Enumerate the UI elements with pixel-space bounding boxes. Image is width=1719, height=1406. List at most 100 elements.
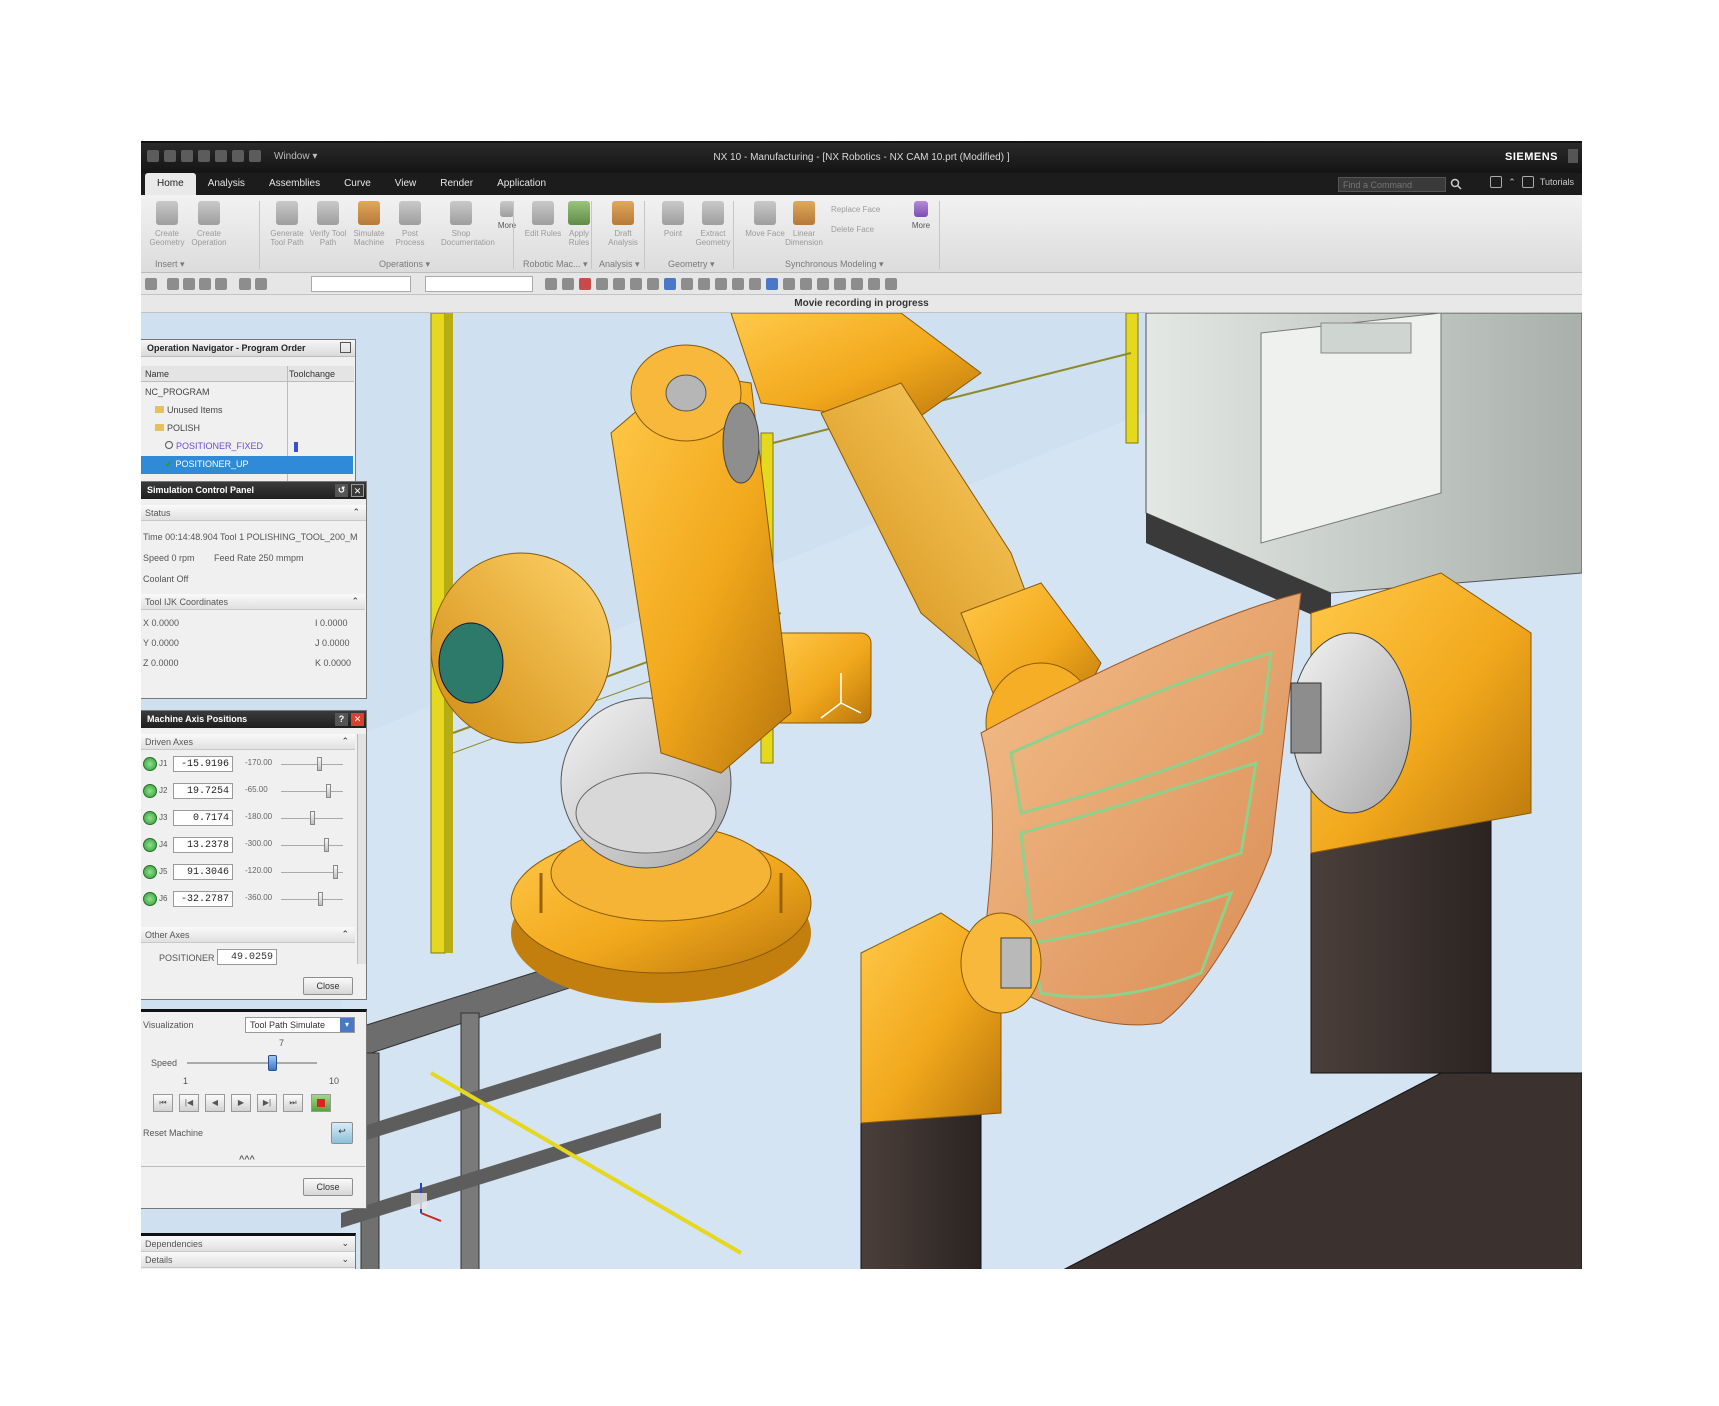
axis-slider-thumb[interactable]: [333, 865, 339, 879]
axis-slider-thumb[interactable]: [318, 892, 324, 906]
ribbon-group-synchronous-modeling[interactable]: Synchronous Modeling ▾: [785, 259, 884, 270]
snap-tool-icon[interactable]: [545, 278, 557, 290]
play-back-icon[interactable]: ◀: [205, 1094, 225, 1112]
positioner-value-field[interactable]: 49.0259: [217, 949, 277, 965]
axis-status-icon[interactable]: [143, 865, 157, 879]
snap-tool-icon[interactable]: [800, 278, 812, 290]
collapse-icon[interactable]: ⌃: [341, 929, 349, 940]
axis-value-field[interactable]: -15.9196: [173, 756, 233, 772]
ribbon-button-post-process[interactable]: Post Process: [390, 201, 430, 247]
close-button[interactable]: Close: [303, 977, 353, 995]
axis-slider[interactable]: [281, 791, 343, 792]
collapse-icon[interactable]: ⌃: [341, 736, 349, 747]
snap-tool-icon[interactable]: [851, 278, 863, 290]
expand-icon[interactable]: ⌄: [341, 1238, 349, 1249]
col-name[interactable]: Name: [145, 369, 169, 379]
ribbon-button-generate-tool-path[interactable]: Generate Tool Path: [267, 201, 307, 247]
close-button[interactable]: Close: [303, 1178, 353, 1196]
snap-tool-icon[interactable]: [766, 278, 778, 290]
axis-status-icon[interactable]: [143, 757, 157, 771]
search-icon[interactable]: [1450, 178, 1462, 190]
selection-tool-icon[interactable]: [145, 278, 157, 290]
status-section-header[interactable]: Status ⌃: [141, 505, 366, 521]
axis-value-field[interactable]: 0.7174: [173, 810, 233, 826]
visualization-select[interactable]: Tool Path Simulate ▾: [245, 1017, 355, 1033]
snap-tool-icon[interactable]: [664, 278, 676, 290]
axis-status-icon[interactable]: [143, 892, 157, 906]
tab-view[interactable]: View: [383, 173, 429, 195]
axis-value-field[interactable]: 13.2378: [173, 837, 233, 853]
snap-tool-icon[interactable]: [868, 278, 880, 290]
other-axes-header[interactable]: Other Axes ⌃: [141, 927, 355, 943]
ribbon-button-apply-rules[interactable]: Apply Rules: [559, 201, 599, 247]
tab-analysis[interactable]: Analysis: [196, 173, 257, 195]
delete-face-button[interactable]: Delete Face: [831, 225, 874, 234]
step-back-icon[interactable]: |◀: [179, 1094, 199, 1112]
ribbon-group-operations[interactable]: Operations ▾: [379, 259, 430, 270]
reset-machine-icon[interactable]: ↩: [331, 1122, 353, 1144]
selection-tool-icon[interactable]: [215, 278, 227, 290]
snap-tool-icon[interactable]: [834, 278, 846, 290]
speed-slider[interactable]: [187, 1055, 317, 1071]
snap-tool-icon[interactable]: [817, 278, 829, 290]
coords-section-header[interactable]: Tool IJK Coordinates ⌃: [141, 594, 365, 610]
snap-tool-icon[interactable]: [715, 278, 727, 290]
nav-row-polish[interactable]: POLISH: [141, 420, 353, 438]
more-options-toggle[interactable]: ^^^: [239, 1154, 255, 1164]
axis-status-icon[interactable]: [143, 838, 157, 852]
fast-forward-end-icon[interactable]: ⏭: [283, 1094, 303, 1112]
axis-slider-thumb[interactable]: [316, 757, 322, 771]
tab-application[interactable]: Application: [485, 173, 558, 195]
axis-value-field[interactable]: -32.2787: [173, 891, 233, 907]
find-command-input[interactable]: [1338, 177, 1446, 192]
axis-value-field[interactable]: 91.3046: [173, 864, 233, 880]
axis-slider[interactable]: [281, 845, 343, 846]
window-control-icon[interactable]: [1568, 149, 1578, 163]
snap-tool-icon[interactable]: [732, 278, 744, 290]
snap-tool-icon[interactable]: [681, 278, 693, 290]
axis-slider[interactable]: [281, 764, 343, 765]
expand-icon[interactable]: ⌄: [341, 1254, 349, 1265]
ribbon-button-verify-tool-path[interactable]: Verify Tool Path: [308, 201, 348, 247]
dependencies-section[interactable]: Dependencies ⌄: [141, 1236, 355, 1252]
help-icon[interactable]: ?: [335, 713, 348, 726]
ribbon-button-edit-rules[interactable]: Edit Rules: [523, 201, 563, 238]
nav-row-program[interactable]: NC_PROGRAM: [141, 384, 353, 402]
ribbon-button-simulate-machine[interactable]: Simulate Machine: [349, 201, 389, 247]
col-toolchange[interactable]: Toolchange: [289, 369, 335, 379]
snap-tool-icon[interactable]: [749, 278, 761, 290]
play-icon[interactable]: ▶: [231, 1094, 251, 1112]
collapse-ribbon-icon[interactable]: ⌃: [1508, 177, 1516, 188]
selection-tool-icon[interactable]: [183, 278, 195, 290]
more-button-ops[interactable]: More: [487, 201, 527, 230]
axis-status-icon[interactable]: [143, 811, 157, 825]
fit-view-icon[interactable]: [1490, 176, 1503, 188]
tab-assemblies[interactable]: Assemblies: [257, 173, 332, 195]
ribbon-group-insert[interactable]: Insert ▾: [155, 259, 185, 270]
more-button-sync[interactable]: More: [901, 201, 941, 230]
scrollbar[interactable]: [357, 734, 366, 964]
nav-row-unused[interactable]: Unused Items: [141, 402, 353, 420]
close-icon[interactable]: ✕: [351, 484, 364, 497]
selection-tool-icon[interactable]: [255, 278, 267, 290]
ribbon-button-extract-geometry[interactable]: Extract Geometry: [693, 201, 733, 247]
axis-value-field[interactable]: 19.7254: [173, 783, 233, 799]
ribbon-group-analysis[interactable]: Analysis ▾: [599, 259, 640, 270]
tab-curve[interactable]: Curve: [332, 173, 383, 195]
ribbon-button-create-operation[interactable]: Create Operation: [189, 201, 229, 247]
replace-face-button[interactable]: Replace Face: [831, 205, 880, 214]
ribbon-button-move-face[interactable]: Move Face: [745, 201, 785, 238]
tab-home[interactable]: Home: [145, 173, 196, 195]
selection-scope-select[interactable]: [425, 276, 533, 292]
ribbon-group-geometry[interactable]: Geometry ▾: [668, 259, 715, 270]
snap-tool-icon[interactable]: [885, 278, 897, 290]
type-filter-select[interactable]: [311, 276, 411, 292]
nav-row-positioner-up[interactable]: ✔ POSITIONER_UP: [141, 456, 353, 474]
snap-tool-icon[interactable]: [783, 278, 795, 290]
nav-row-positioner-fixed[interactable]: POSITIONER_FIXED: [141, 438, 353, 456]
help-icon[interactable]: [1521, 176, 1534, 188]
snap-tool-icon[interactable]: [698, 278, 710, 290]
selection-tool-icon[interactable]: [167, 278, 179, 290]
ribbon-button-shop-documentation[interactable]: Shop Documentation: [441, 201, 495, 247]
collapse-icon[interactable]: ⌃: [352, 507, 360, 518]
